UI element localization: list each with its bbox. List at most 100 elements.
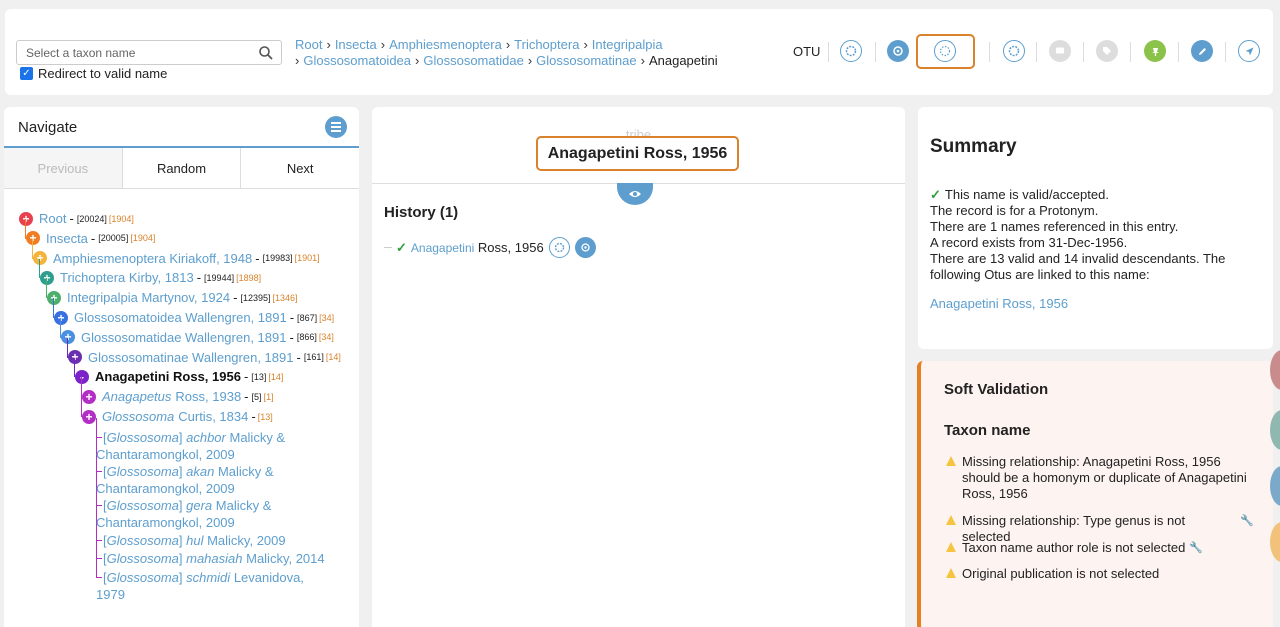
summary-line: The record is for a Protonym.	[930, 203, 1099, 218]
expand-icon[interactable]: +	[33, 251, 47, 266]
breadcrumb-amphiesmenoptera[interactable]: Amphiesmenoptera	[389, 37, 502, 52]
breadcrumb-root[interactable]: Root	[295, 37, 322, 52]
expand-icon[interactable]: +	[61, 330, 75, 345]
comment-icon	[1056, 47, 1064, 54]
tree-node: - Anagapetini Ross, 1956- [13] [14]	[75, 369, 283, 384]
taxon-search-input[interactable]: Select a taxon name	[16, 40, 282, 65]
tree-node: + Glossosomatinae Wallengren, 1891-[161][…	[68, 350, 341, 365]
tree-leaf[interactable]: [Glossosoma] gera Malicky & Chantaramongk…	[96, 497, 336, 531]
tree-leaf[interactable]: [Glossosoma] achbor Malicky & Chantaramon…	[96, 429, 336, 463]
breadcrumb: Root › Insecta › Amphiesmenoptera › Trichopter…	[295, 37, 755, 69]
breadcrumb-glossosomatidae[interactable]: Glossosomatidae	[423, 53, 523, 68]
otu-radial-button[interactable]	[840, 40, 862, 62]
separator: -	[296, 349, 301, 365]
tree-leaf[interactable]: [Glossosoma] schmidi Levanidova, 1979	[96, 569, 336, 603]
tree-node-label[interactable]: Glossosoma	[102, 409, 174, 424]
tree-leaf[interactable]: [Glossosoma] akan Malicky & Chantaramongk…	[96, 463, 336, 497]
separator: -	[243, 369, 249, 385]
tree-node-label[interactable]: Root	[39, 211, 66, 226]
expand-icon[interactable]: +	[82, 389, 96, 404]
invalid-count: 1898	[238, 272, 259, 283]
previous-button[interactable]: Previous	[4, 148, 123, 188]
otu-browse-button[interactable]	[887, 40, 909, 62]
redirect-checkbox[interactable]: ✓ Redirect to valid name	[20, 66, 167, 81]
tree-node-label[interactable]: Glossosomatoidea Wallengren, 1891	[74, 310, 287, 325]
next-button[interactable]: Next	[241, 148, 359, 188]
tree-node-label[interactable]: Glossosomatidae Wallengren, 1891	[81, 330, 286, 345]
expand-icon[interactable]: +	[82, 409, 96, 424]
validation-warning: Original publication is not selected	[944, 566, 1254, 582]
toggle-visibility-button[interactable]	[617, 183, 653, 205]
pin-icon	[1151, 47, 1159, 56]
comment-button[interactable]	[1049, 40, 1071, 62]
edit-button[interactable]	[1191, 40, 1213, 62]
radial-annotator-icon	[939, 45, 951, 57]
leaf-species: gera	[186, 498, 213, 513]
leaf-species: akan	[186, 464, 215, 479]
tree-node-label[interactable]: Integripalpia Martynov, 1924	[67, 290, 230, 305]
navigate-icon	[1245, 47, 1253, 55]
tree-leaf[interactable]: [Glossosoma] hul Malicky, 2009	[96, 532, 336, 549]
history-browse-button[interactable]	[574, 237, 596, 258]
otu-link[interactable]: Anagapetini Ross, 1956	[930, 296, 1068, 311]
tree-node-label[interactable]: Insecta	[46, 231, 88, 246]
divider	[1225, 42, 1226, 62]
history-radial-button[interactable]	[548, 237, 570, 258]
tree-node-label[interactable]: Glossosomatinae Wallengren, 1891	[88, 350, 293, 365]
bracket: [1901]	[294, 253, 320, 264]
pin-button[interactable]	[1144, 40, 1166, 62]
edit-icon	[1198, 47, 1206, 55]
tree-leaf[interactable]: [Glossosoma] mahasiah Malicky, 2014	[96, 550, 336, 567]
valid-check-icon: ✓	[396, 239, 407, 255]
redirect-label: Redirect to valid name	[38, 66, 168, 81]
summary-line: There are 13 valid and 14 invalid descen…	[930, 251, 1226, 282]
fix-wrench-icon[interactable]: 🔧	[1189, 540, 1203, 556]
separator: -	[289, 329, 294, 345]
expand-icon[interactable]: +	[47, 290, 61, 305]
radial-annotator-icon	[554, 242, 564, 253]
navigate-button[interactable]	[1238, 40, 1260, 62]
expand-icon[interactable]: +	[40, 270, 54, 285]
divider	[1130, 42, 1131, 62]
tree-node-label[interactable]: Trichoptera Kirby, 1813	[60, 270, 194, 285]
warning-icon	[946, 568, 956, 578]
navigate-menu-button[interactable]	[325, 116, 347, 138]
breadcrumb-glossosomatoidea[interactable]: Glossosomatoidea	[303, 53, 411, 68]
tree-node-author: Ross, 1938	[175, 389, 242, 405]
tree-node-label[interactable]: Anagapetus	[102, 389, 171, 404]
valid-count: 13	[253, 371, 264, 382]
bracket: [866]	[296, 332, 317, 343]
separator: -	[289, 310, 295, 325]
valid-count: 161	[306, 352, 322, 363]
valid-count: 19944	[206, 272, 232, 283]
leaf-species: hul	[186, 533, 204, 548]
breadcrumb-integripalpia[interactable]: Integripalpia	[592, 37, 663, 52]
collapse-icon[interactable]: -	[75, 369, 89, 384]
summary-line: This name is valid/accepted.	[944, 187, 1109, 202]
otu-browse-icon	[893, 46, 903, 56]
history-name-link[interactable]: Anagapetini	[411, 241, 474, 255]
radial-navigator-button[interactable]	[1003, 40, 1025, 62]
tree-node: + Glossosomatoidea Wallengren, 1891-[867]…	[54, 310, 334, 325]
breadcrumb-trichoptera[interactable]: Trichoptera	[514, 37, 579, 52]
breadcrumb-insecta[interactable]: Insecta	[335, 37, 377, 52]
radial-annotator-button[interactable]	[934, 40, 956, 62]
expand-icon[interactable]: +	[26, 231, 40, 246]
expand-icon[interactable]: +	[68, 350, 82, 365]
summary-line: There are 1 names referenced in this ent…	[930, 219, 1179, 234]
separator: -	[255, 250, 260, 266]
summary-line: A record exists from 31-Dec-1956.	[930, 235, 1128, 250]
history-author: Ross, 1956	[477, 240, 544, 255]
expand-icon[interactable]: +	[54, 310, 68, 325]
bracket: [1904]	[108, 213, 134, 224]
breadcrumb-glossosomatinae[interactable]: Glossosomatinae	[536, 53, 636, 68]
bracket: [1904]	[130, 233, 156, 244]
tree-node: + Integripalpia Martynov, 1924-[12395][13…	[47, 290, 298, 305]
divider	[1083, 42, 1084, 62]
bracket: [34]	[319, 312, 335, 323]
random-button[interactable]: Random	[123, 148, 242, 188]
breadcrumb-separator: ›	[326, 37, 331, 52]
tree-node-label[interactable]: Amphiesmenoptera Kiriakoff, 1948	[53, 251, 252, 266]
tag-button[interactable]	[1096, 40, 1118, 62]
expand-icon[interactable]: +	[19, 211, 33, 226]
